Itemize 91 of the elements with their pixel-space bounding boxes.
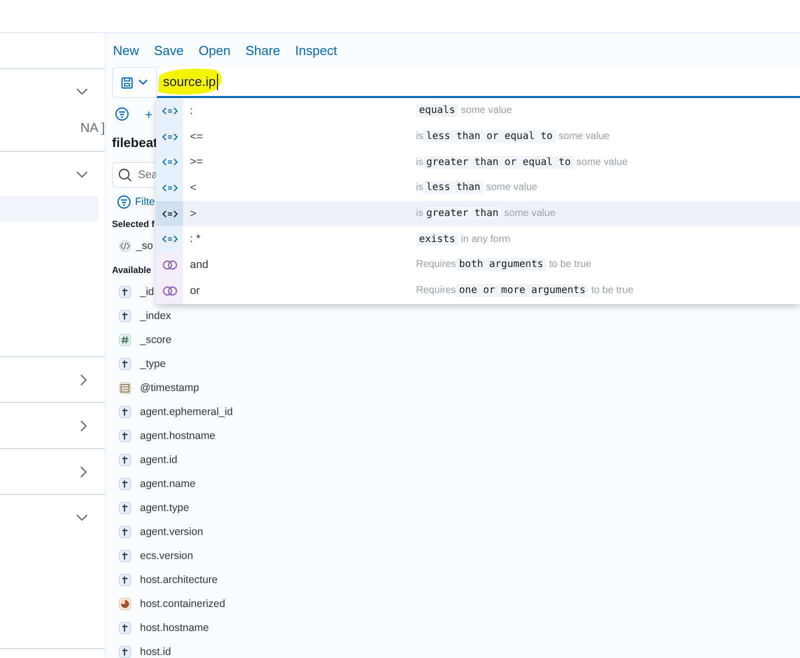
- field-name[interactable]: _so: [136, 240, 153, 252]
- calendar-icon: [119, 382, 131, 394]
- field-name[interactable]: host.hostname: [140, 622, 209, 634]
- field-name[interactable]: agent.id: [140, 454, 178, 466]
- suggestion-label: and: [189, 258, 210, 271]
- suggestion-label: : *: [189, 233, 202, 246]
- suggestion-item[interactable]: : * exists in any form: [156, 226, 800, 252]
- string-type-icon: [119, 550, 131, 562]
- suggestion-label: <=: [189, 130, 204, 143]
- section-heading: Selected f: [112, 218, 155, 231]
- string-type-icon: [119, 622, 131, 634]
- chevron-right-icon[interactable]: [80, 466, 88, 478]
- menu-link[interactable]: Inspect: [295, 42, 338, 58]
- chevron-down-icon[interactable]: [76, 514, 88, 522]
- string-type-icon: [119, 430, 131, 442]
- menu-link[interactable]: New: [113, 42, 140, 58]
- filter-icon: [117, 195, 131, 209]
- suggestion-description: exists in any form: [416, 234, 510, 245]
- operator-icon: [162, 106, 178, 115]
- field-name[interactable]: _index: [140, 310, 171, 322]
- field-name[interactable]: agent.ephemeral_id: [140, 406, 233, 418]
- field-name[interactable]: agent.type: [140, 502, 190, 514]
- suggestion-description: is less than some value: [416, 182, 538, 194]
- operator-icon: [162, 158, 178, 166]
- string-type-icon: [119, 646, 131, 658]
- string-type-icon: [119, 574, 131, 586]
- suggestion-item[interactable]: <= is less than or equal to some value: [156, 124, 800, 150]
- field-name[interactable]: _id: [140, 286, 154, 298]
- suggestion-description: equals some value: [416, 105, 512, 116]
- field-name[interactable]: host.containerized: [140, 598, 226, 610]
- suggestion-item[interactable]: > is greater than some value: [156, 200, 800, 226]
- filter-toggle[interactable]: Filte: [135, 196, 155, 208]
- suggestion-description: is greater than or equal to some value: [416, 156, 628, 168]
- operator-icon: [162, 184, 178, 192]
- menu-link[interactable]: Open: [198, 42, 230, 58]
- string-type-icon: [119, 310, 131, 322]
- chevron-down-icon: [138, 79, 148, 86]
- field-name[interactable]: agent.version: [140, 526, 204, 538]
- suggestion-label: <: [189, 182, 198, 194]
- suggestion-label: >=: [189, 156, 204, 168]
- field-name[interactable]: host.id: [140, 646, 171, 658]
- suggestion-item[interactable]: < is less than some value: [156, 175, 800, 201]
- string-type-icon: [119, 406, 131, 418]
- suggestion-item[interactable]: or Requires one or more arguments to be true: [156, 278, 800, 304]
- operator-icon: [162, 210, 178, 218]
- string-type-icon: [119, 502, 131, 514]
- search-icon: [118, 168, 132, 182]
- string-type-icon: [119, 286, 131, 298]
- field-name[interactable]: @timestamp: [140, 382, 200, 394]
- menu-link[interactable]: Save: [154, 42, 184, 58]
- field-name[interactable]: _type: [140, 358, 166, 370]
- operator-icon: [162, 235, 178, 244]
- field-name[interactable]: agent.hostname: [140, 430, 216, 442]
- field-name[interactable]: host.architecture: [140, 574, 218, 586]
- boolean-type-icon: [119, 598, 131, 610]
- saved-query-button[interactable]: [112, 67, 157, 98]
- nav-text: NA ]: [80, 120, 105, 135]
- field-name[interactable]: _score: [140, 334, 172, 346]
- section-heading: Available: [112, 264, 152, 277]
- field-name[interactable]: ecs.version: [140, 550, 194, 562]
- save-icon: [121, 76, 133, 88]
- highlighter-mark: [157, 68, 223, 95]
- string-type-icon: [119, 358, 131, 370]
- suggestion-label: >: [189, 208, 198, 220]
- chevron-down-icon[interactable]: [76, 170, 88, 178]
- query-input[interactable]: source.ip: [157, 67, 800, 98]
- add-filter-button[interactable]: +: [145, 106, 153, 122]
- suggestion-description: Requires both arguments to be true: [416, 259, 592, 270]
- suggestion-description: Requires one or more arguments to be true: [416, 285, 634, 296]
- suggestion-label: :: [189, 104, 194, 117]
- chevron-right-icon[interactable]: [80, 374, 88, 386]
- suggestion-description: is less than or equal to some value: [416, 131, 610, 142]
- string-type-icon: [119, 454, 131, 466]
- conjunction-icon: [162, 260, 178, 270]
- conjunction-icon: [162, 286, 178, 296]
- string-type-icon: [119, 478, 131, 490]
- suggestion-label: or: [189, 284, 201, 297]
- suggestion-item[interactable]: >= is greater than or equal to some value: [156, 149, 800, 176]
- operator-icon: [162, 132, 178, 141]
- suggestion-item[interactable]: and Requires both arguments to be true: [156, 252, 800, 278]
- code-icon: [119, 240, 131, 252]
- suggestion-item[interactable]: : equals some value: [156, 98, 800, 124]
- chevron-right-icon[interactable]: [80, 420, 88, 432]
- index-pattern-title[interactable]: filebeat: [112, 130, 158, 156]
- chevron-down-icon[interactable]: [76, 88, 88, 96]
- field-name[interactable]: agent.name: [140, 478, 196, 490]
- string-type-icon: [119, 526, 131, 538]
- suggestion-description: is greater than some value: [416, 208, 556, 220]
- filter-icon[interactable]: [115, 107, 129, 121]
- number-type-icon: [119, 334, 131, 346]
- menu-link[interactable]: Share: [245, 42, 280, 58]
